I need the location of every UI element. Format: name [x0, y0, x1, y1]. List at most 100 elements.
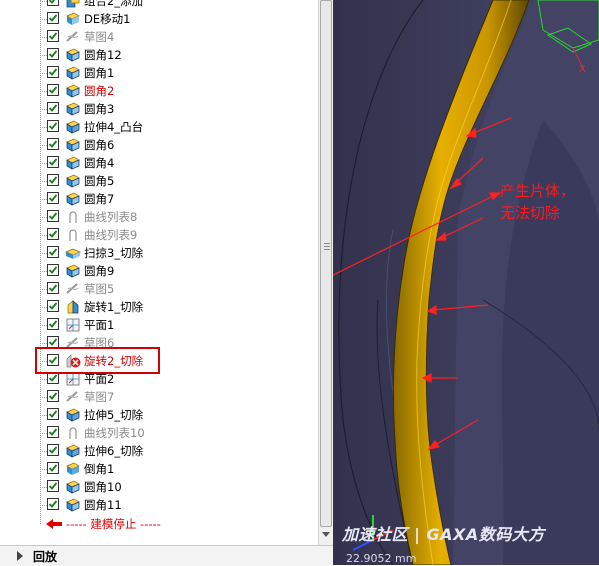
visibility-checkbox[interactable]	[47, 174, 59, 186]
tree-item[interactable]: 圆角9	[0, 262, 318, 280]
tree-item-label: 圆角2	[84, 84, 115, 98]
tree-item[interactable]: 草图5	[0, 280, 318, 298]
tree-item[interactable]: 圆角3	[0, 100, 318, 118]
curve-list-icon	[65, 227, 81, 243]
fillet-icon	[65, 191, 81, 207]
visibility-checkbox[interactable]	[47, 426, 59, 438]
tree-connector	[40, 433, 47, 434]
tree-item[interactable]: 组合2_添加	[0, 0, 318, 10]
tree-item[interactable]: 圆角4	[0, 154, 318, 172]
tree-item[interactable]: 圆角7	[0, 190, 318, 208]
visibility-checkbox[interactable]	[47, 210, 59, 222]
tree-connector	[40, 487, 47, 488]
curve-list-icon	[65, 209, 81, 225]
tree-item[interactable]: 拉伸5_切除	[0, 406, 318, 424]
tree-item[interactable]: 倒角1	[0, 460, 318, 478]
tree-item[interactable]: DE移动1	[0, 10, 318, 28]
visibility-checkbox[interactable]	[47, 66, 59, 78]
tree-item-label: 圆角6	[84, 138, 115, 152]
tree-item[interactable]: 旋转1_切除	[0, 298, 318, 316]
visibility-checkbox[interactable]	[47, 138, 59, 150]
visibility-checkbox[interactable]	[47, 48, 59, 60]
model-render	[333, 0, 599, 565]
visibility-checkbox[interactable]	[47, 390, 59, 402]
extrude-icon	[65, 407, 81, 423]
tree-item-label: 圆角5	[84, 174, 115, 188]
coordinate-readout: 22.9052 mm	[346, 552, 417, 565]
visibility-checkbox[interactable]	[47, 444, 59, 456]
3d-viewport[interactable]: X	[333, 0, 599, 565]
tree-item-label: 拉伸6_切除	[84, 444, 144, 458]
tree-item[interactable]: 圆角12	[0, 46, 318, 64]
visibility-checkbox[interactable]	[47, 120, 59, 132]
visibility-checkbox[interactable]	[47, 246, 59, 258]
sweep-icon	[65, 245, 81, 261]
fillet-icon	[65, 137, 81, 153]
visibility-checkbox[interactable]	[47, 498, 59, 510]
tree-item[interactable]: 曲线列表8	[0, 208, 318, 226]
scroll-down-arrow-icon[interactable]	[322, 532, 330, 537]
visibility-checkbox[interactable]	[47, 480, 59, 492]
annotation-line-2: 无法切除	[500, 204, 561, 222]
tree-item-label: 曲线列表10	[84, 426, 145, 440]
fillet-icon	[65, 173, 81, 189]
tree-connector	[40, 91, 47, 92]
scrollbar-thumb[interactable]	[320, 0, 332, 527]
tree-item[interactable]: 扫掠3_切除	[0, 244, 318, 262]
visibility-checkbox[interactable]	[47, 30, 59, 42]
sketch-icon	[65, 281, 81, 297]
visibility-checkbox[interactable]	[47, 462, 59, 474]
tree-item[interactable]: 圆角5	[0, 172, 318, 190]
tree-item[interactable]: 圆角10	[0, 478, 318, 496]
tree-item-label: 旋转1_切除	[84, 300, 144, 314]
tree-item[interactable]: 拉伸4_凸台	[0, 118, 318, 136]
tree-item[interactable]: 草图4	[0, 28, 318, 46]
visibility-checkbox[interactable]	[47, 318, 59, 330]
curve-list-icon	[65, 425, 81, 441]
tree-item[interactable]: 圆角6	[0, 136, 318, 154]
tree-item-label: 草图5	[84, 282, 115, 296]
visibility-checkbox[interactable]	[47, 156, 59, 168]
tree-connector	[40, 289, 47, 290]
fillet-icon	[65, 263, 81, 279]
visibility-checkbox[interactable]	[47, 228, 59, 240]
tree-item-label: 圆角7	[84, 192, 115, 206]
tree-item[interactable]: 草图7	[0, 388, 318, 406]
modeling-stop-marker[interactable]: ----- 建模停止 -----	[46, 515, 306, 533]
tree-item[interactable]: 拉伸6_切除	[0, 442, 318, 460]
tree-connector	[40, 145, 47, 146]
visibility-checkbox[interactable]	[47, 300, 59, 312]
tree-item-label: 圆角12	[84, 48, 122, 62]
tree-item[interactable]: 圆角2	[0, 82, 318, 100]
visibility-checkbox[interactable]	[47, 264, 59, 276]
tree-item[interactable]: 曲线列表9	[0, 226, 318, 244]
tree-item-label: 曲线列表9	[84, 228, 138, 242]
tree-scrollbar[interactable]	[318, 0, 334, 545]
playback-section[interactable]: 回放	[0, 545, 333, 566]
feature-tree-panel: 组合2_添加 DE移动1 草图4 圆角12 圆角1 圆角2 圆角3 拉伸4_凸台圆角6 圆角4 圆…	[0, 0, 318, 545]
tree-item[interactable]: 圆角11	[0, 496, 318, 514]
scrollbar-grip	[324, 243, 330, 251]
tree-connector	[40, 163, 47, 164]
visibility-checkbox[interactable]	[47, 408, 59, 420]
tree-item-label: 圆角9	[84, 264, 115, 278]
tree-item-label: 组合2_添加	[84, 0, 144, 8]
tree-item[interactable]: 圆角1	[0, 64, 318, 82]
tree-item-label: 圆角3	[84, 102, 115, 116]
tree-item[interactable]: 曲线列表10	[0, 424, 318, 442]
visibility-checkbox[interactable]	[47, 0, 59, 6]
tree-item[interactable]: 平面1	[0, 316, 318, 334]
visibility-checkbox[interactable]	[47, 102, 59, 114]
tree-item-label: 草图7	[84, 390, 115, 404]
fillet-icon	[65, 83, 81, 99]
extrude-icon	[65, 119, 81, 135]
visibility-checkbox[interactable]	[47, 282, 59, 294]
tree-connector	[40, 199, 47, 200]
visibility-checkbox[interactable]	[47, 192, 59, 204]
fillet-icon	[65, 497, 81, 513]
tree-item-label: 圆角10	[84, 480, 122, 494]
visibility-checkbox[interactable]	[47, 84, 59, 96]
visibility-checkbox[interactable]	[47, 12, 59, 24]
tree-connector	[40, 451, 47, 452]
expand-arrow-icon[interactable]	[17, 551, 23, 561]
